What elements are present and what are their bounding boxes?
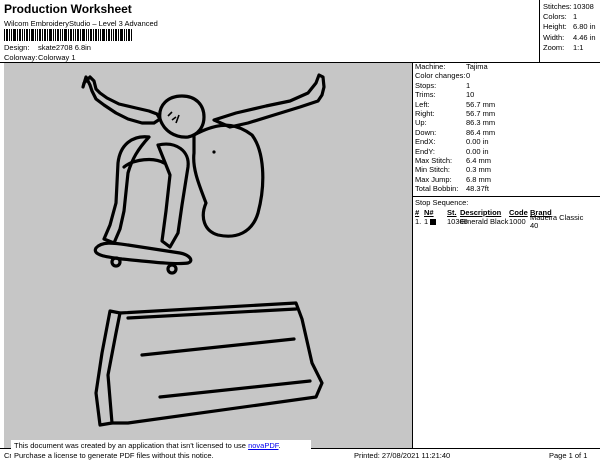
page-title: Production Worksheet <box>4 2 132 16</box>
design-preview <box>4 63 412 448</box>
colorway-label: Colorway: <box>4 53 38 62</box>
novapdf-link[interactable]: novaPDF <box>248 441 278 450</box>
back-leg <box>102 135 151 245</box>
barrier-stripe-lower <box>158 379 312 399</box>
barcode <box>4 29 132 41</box>
stat-zoom: Zoom: 1:1 <box>543 42 584 52</box>
left-arm <box>81 75 162 125</box>
design-row: Design: skate2708 6.8in <box>4 44 91 52</box>
front-leg <box>156 142 190 249</box>
page-number: Page 1 of 1 <box>549 451 588 460</box>
machine-info: Machine: Tajima Color changes: 0 Stops: 1 T… <box>415 63 495 194</box>
header-divider <box>539 0 540 62</box>
thread-color-swatch <box>430 218 437 225</box>
front-wheel <box>110 256 122 268</box>
license-notice: This document was created by an applicat… <box>11 440 311 461</box>
back-wheel <box>166 263 178 275</box>
barrier-body <box>110 301 324 425</box>
software-subtitle: Wilcom EmbroideryStudio – Level 3 Advanc… <box>4 19 158 28</box>
skater-embroidery-artwork <box>81 73 326 427</box>
design-label: Design: <box>4 43 30 52</box>
design-stats: Stitches: 10308 Colors: 1 Height: 6.80 in W… <box>543 3 596 54</box>
stop-sequence-table: # N# St. Description Code Brand 1. 1 103… <box>415 208 590 230</box>
barrier-left-side <box>94 309 122 427</box>
info-divider <box>412 62 413 448</box>
nipple-dot <box>212 150 216 154</box>
head <box>158 94 206 139</box>
right-arm <box>212 73 326 129</box>
colorway-row: Colorway:Colorway 1 <box>4 54 76 62</box>
face-detail <box>167 111 180 124</box>
colorway-value: Colorway 1 <box>38 53 76 62</box>
info-total-bobbin: Total Bobbin: 48.37ft <box>415 184 489 194</box>
barrier-stripe-upper <box>140 337 296 357</box>
skateboard-deck <box>93 241 193 266</box>
stop-sequence-title: Stop Sequence: <box>415 198 469 207</box>
table-row: 1. 1 10306 Emerald Black 1000 Madeira Cl… <box>415 213 584 230</box>
torso-back <box>192 123 265 238</box>
info-rule <box>413 196 600 197</box>
printed-timestamp: Printed: 27/08/2021 11:21:40 <box>354 451 451 460</box>
design-value: skate2708 6.8in <box>38 43 91 52</box>
